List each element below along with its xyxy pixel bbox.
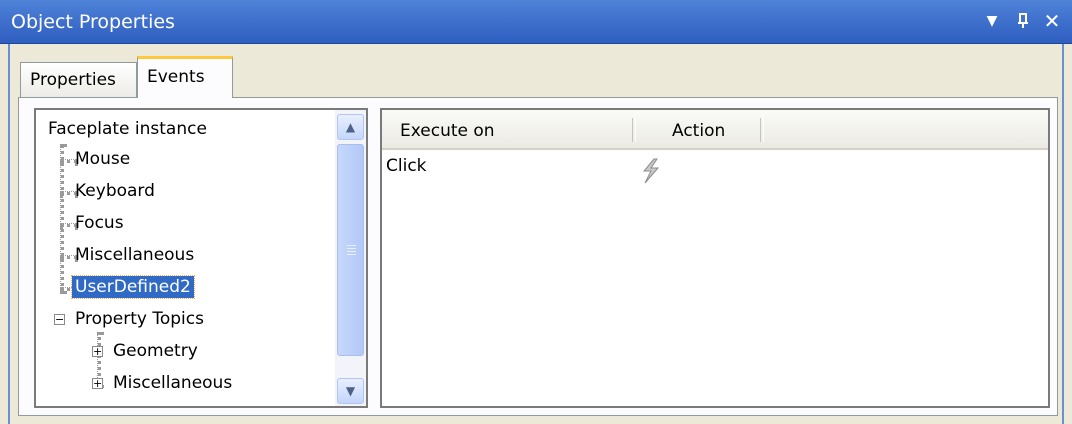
scroll-up-button[interactable]: ▲: [337, 114, 364, 140]
collapse-icon[interactable]: −: [54, 314, 65, 325]
events-grid: Execute on Action Click: [380, 108, 1050, 408]
grid-header: Execute on Action: [382, 110, 1048, 150]
expand-icon[interactable]: +: [92, 346, 103, 357]
column-separator[interactable]: [760, 118, 764, 142]
cell-execute-on[interactable]: Click: [386, 152, 427, 180]
dropdown-icon[interactable]: ▼: [977, 6, 1007, 36]
window-title: Object Properties: [11, 11, 175, 33]
close-icon[interactable]: ✕: [1037, 6, 1067, 36]
pin-icon[interactable]: [1009, 6, 1039, 36]
tree-root[interactable]: Faceplate instance: [45, 114, 210, 144]
tree-item-geometry[interactable]: Geometry: [110, 336, 201, 366]
title-bar: Object Properties ▼ ✕: [0, 0, 1072, 44]
lightning-icon[interactable]: [640, 158, 662, 189]
thumb-grip: [347, 248, 356, 249]
tree-item-focus[interactable]: Focus: [72, 208, 127, 238]
tab-properties[interactable]: Properties: [20, 62, 137, 98]
tree-item-miscellaneous[interactable]: Miscellaneous: [72, 240, 197, 270]
tab-events[interactable]: Events: [137, 56, 233, 98]
thumb-grip: [347, 251, 356, 252]
tree-connector: [60, 144, 64, 294]
scroll-down-button[interactable]: ▼: [337, 378, 364, 404]
expand-icon[interactable]: +: [92, 378, 103, 389]
scroll-thumb[interactable]: [337, 144, 364, 356]
tree-item-property-topics[interactable]: Property Topics: [72, 304, 207, 334]
tree-scrollbar[interactable]: ▲ ▼: [335, 110, 366, 406]
column-action[interactable]: Action: [672, 110, 725, 148]
column-separator[interactable]: [632, 118, 636, 142]
tree-item-keyboard[interactable]: Keyboard: [72, 176, 158, 206]
thumb-grip: [347, 245, 356, 246]
tree-item-userdefined2[interactable]: UserDefined2: [71, 272, 195, 302]
column-execute-on[interactable]: Execute on: [400, 110, 495, 148]
tree-item-mouse[interactable]: Mouse: [72, 144, 133, 174]
thumb-grip: [347, 254, 356, 255]
event-tree: Faceplate instance Mouse Keyboard Focus …: [34, 108, 368, 408]
tree-item-topic-miscellaneous[interactable]: Miscellaneous: [110, 368, 235, 398]
